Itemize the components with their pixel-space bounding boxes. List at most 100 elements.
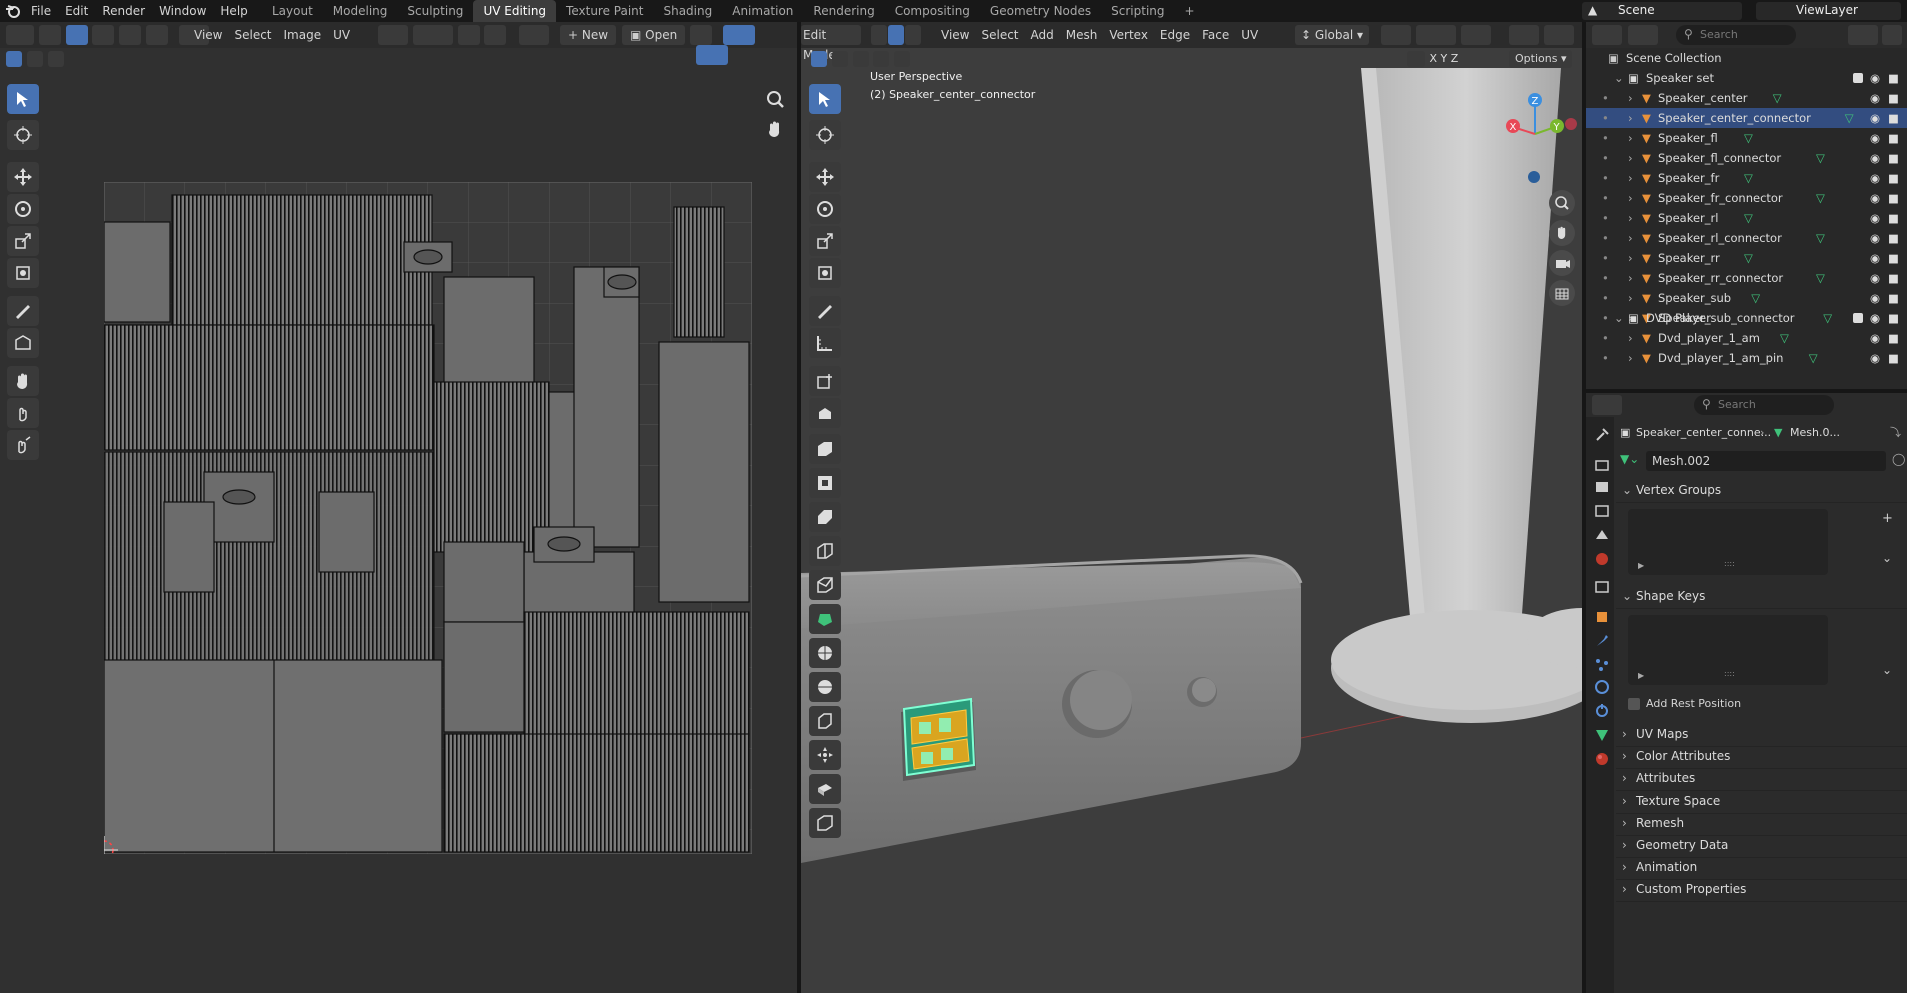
dot-icon[interactable]: • — [1602, 108, 1609, 128]
annotate-tool-icon[interactable] — [7, 296, 39, 326]
move-tool-icon[interactable] — [7, 162, 39, 192]
poly-build-tool-icon[interactable] — [809, 570, 841, 600]
vp-menu-vertex[interactable]: Vertex — [1103, 24, 1154, 46]
camera-icon[interactable]: ■ — [1888, 168, 1899, 188]
checkbox-icon[interactable] — [1853, 313, 1863, 323]
outliner-object-row[interactable]: • › ▼ Speaker_rr ◉ ■ ▽ — [1586, 248, 1907, 268]
dot-icon[interactable]: • — [1602, 228, 1609, 248]
dot-icon[interactable]: • — [1602, 348, 1609, 368]
mirror-z[interactable]: Z — [1451, 52, 1459, 65]
chevron-down-icon[interactable]: ⌄ — [1614, 68, 1624, 88]
vp-menu-uv[interactable]: UV — [1235, 24, 1264, 46]
eye-icon[interactable]: ◉ — [1870, 208, 1880, 228]
resize-handle-icon[interactable]: :::: — [1724, 669, 1735, 678]
cursor-tool-icon[interactable] — [7, 120, 39, 150]
ortho-grid-icon[interactable] — [1549, 280, 1575, 306]
vp-transform-tool-icon[interactable] — [809, 258, 841, 288]
filter-icon[interactable] — [1848, 25, 1878, 45]
snap-icon[interactable] — [412, 25, 453, 45]
object-name[interactable]: Speaker_rr_connector — [1658, 268, 1783, 288]
eye-icon[interactable]: ◉ — [1870, 288, 1880, 308]
grab-tool-icon[interactable] — [7, 366, 39, 396]
chevron-right-icon[interactable]: › — [1628, 248, 1633, 268]
pin-icon[interactable] — [690, 25, 712, 45]
outliner-object-row[interactable]: • › ▼ Speaker_center_connector ◉ ■ ▽ — [1586, 108, 1907, 128]
mirror-y[interactable]: Y — [1441, 52, 1448, 65]
options-dropdown[interactable]: Options ▾ — [1509, 50, 1573, 68]
uv-menu-view[interactable]: View — [188, 24, 228, 46]
outliner-object-row[interactable]: • › ▼ Speaker_sub ◉ ■ ▽ — [1586, 288, 1907, 308]
transform-orientation[interactable]: ↕ Global ▾ — [1295, 25, 1370, 45]
tab-sculpting[interactable]: Sculpting — [397, 0, 473, 22]
dot-icon[interactable]: • — [1602, 288, 1609, 308]
breadcrumb-object[interactable]: Speaker_center_conne... — [1636, 423, 1771, 443]
menu-edit[interactable]: Edit — [58, 0, 95, 22]
proportional-edit-icon[interactable] — [457, 25, 480, 45]
outliner-search[interactable]: ⚲ Search — [1676, 25, 1796, 45]
object-name[interactable]: Speaker_rl — [1658, 208, 1718, 228]
eye-icon[interactable]: ◉ — [1870, 268, 1880, 288]
properties-editor-type-icon[interactable] — [1592, 395, 1622, 415]
camera-icon[interactable]: ■ — [1888, 148, 1899, 168]
outliner-object-row[interactable]: • › ▼ Dvd_player_1_am_pin ◉ ■ ▽ — [1586, 348, 1907, 368]
falloff-icon[interactable] — [484, 25, 507, 45]
tab-rendering[interactable]: Rendering — [803, 0, 884, 22]
vp-select-extend-icon[interactable] — [831, 51, 848, 67]
particles-tab-icon[interactable] — [1592, 655, 1612, 675]
chevron-right-icon[interactable]: › — [1628, 208, 1633, 228]
uv-canvas[interactable] — [104, 182, 752, 854]
pivot-point-icon[interactable] — [1381, 25, 1411, 45]
select-box-tool-icon[interactable] — [7, 84, 39, 114]
loop-cut-tool-icon[interactable] — [809, 502, 841, 532]
section-custom-properties[interactable]: › Custom Properties — [1616, 876, 1907, 903]
outliner-object-row[interactable]: • › ▼ Speaker_fr_connector ◉ ■ ▽ — [1586, 188, 1907, 208]
dropdown-icon[interactable]: ⌄ — [1882, 663, 1892, 677]
scene-selector[interactable]: ▲ Scene — [1582, 2, 1742, 20]
inset-tool-icon[interactable] — [809, 434, 841, 464]
breadcrumb-data[interactable]: Mesh.0... — [1790, 423, 1840, 443]
select-extend-mode-icon[interactable] — [26, 51, 43, 67]
image-browse-icon[interactable] — [519, 25, 550, 45]
tool-tab-icon[interactable] — [1592, 425, 1612, 445]
chevron-right-icon[interactable]: › — [1628, 148, 1633, 168]
vp-menu-mesh[interactable]: Mesh — [1060, 24, 1104, 46]
zoom-icon[interactable] — [764, 88, 786, 110]
collection-row[interactable]: ⌄ ▣ DVD Player ◉ ■ — [1586, 308, 1907, 328]
tab-animation[interactable]: Animation — [722, 0, 803, 22]
knife-tool-icon[interactable] — [809, 536, 841, 566]
tab-geometry-nodes[interactable]: Geometry Nodes — [980, 0, 1101, 22]
scale-tool-icon[interactable] — [7, 226, 39, 256]
object-name[interactable]: Speaker_center_connector — [1658, 108, 1811, 128]
dot-icon[interactable]: • — [1602, 148, 1609, 168]
outliner-object-row[interactable]: • › ▼ Speaker_fl_connector ◉ ■ ▽ — [1586, 148, 1907, 168]
randomize-tool-icon[interactable] — [809, 672, 841, 702]
pinch-tool-icon[interactable] — [7, 430, 39, 460]
camera-icon[interactable]: ■ — [1888, 108, 1899, 128]
mesh-name-field[interactable]: Mesh.002 — [1646, 451, 1886, 471]
camera-icon[interactable]: ■ — [1888, 68, 1899, 88]
tab-uv-editing[interactable]: UV Editing — [473, 0, 557, 22]
face-select-icon[interactable] — [119, 25, 142, 45]
add-vertex-group-icon[interactable]: + — [1882, 511, 1893, 526]
edge-select-icon[interactable] — [92, 25, 115, 45]
vertex-mode-icon[interactable] — [871, 25, 887, 45]
camera-icon[interactable]: ■ — [1888, 288, 1899, 308]
vertex-groups-header[interactable]: ⌄ Vertex Groups — [1616, 477, 1907, 503]
menu-window[interactable]: Window — [152, 0, 213, 22]
navigation-gizmo[interactable]: Z Y X — [1491, 82, 1581, 192]
add-workspace-icon[interactable]: + — [1175, 0, 1205, 22]
tab-shading[interactable]: Shading — [653, 0, 722, 22]
measure-tool-icon[interactable] — [809, 328, 841, 358]
outliner-object-row[interactable]: • › ▼ Speaker_rl ◉ ■ ▽ — [1586, 208, 1907, 228]
dot-icon[interactable]: • — [1602, 248, 1609, 268]
outliner-object-row[interactable]: • › ▼ Speaker_rl_connector ◉ ■ ▽ — [1586, 228, 1907, 248]
chevron-right-icon[interactable]: › — [1628, 108, 1633, 128]
outliner-editor-type-icon[interactable] — [1592, 25, 1622, 45]
chevron-right-icon[interactable]: › — [1628, 128, 1633, 148]
vp-select-box-icon[interactable] — [811, 51, 827, 67]
resize-handle-icon[interactable]: :::: — [1724, 559, 1735, 568]
uv-menu-uv[interactable]: UV — [327, 24, 356, 46]
vp-menu-add[interactable]: Add — [1025, 24, 1060, 46]
pan-view-icon[interactable] — [1549, 220, 1575, 246]
visibility-icon[interactable] — [1509, 25, 1540, 45]
